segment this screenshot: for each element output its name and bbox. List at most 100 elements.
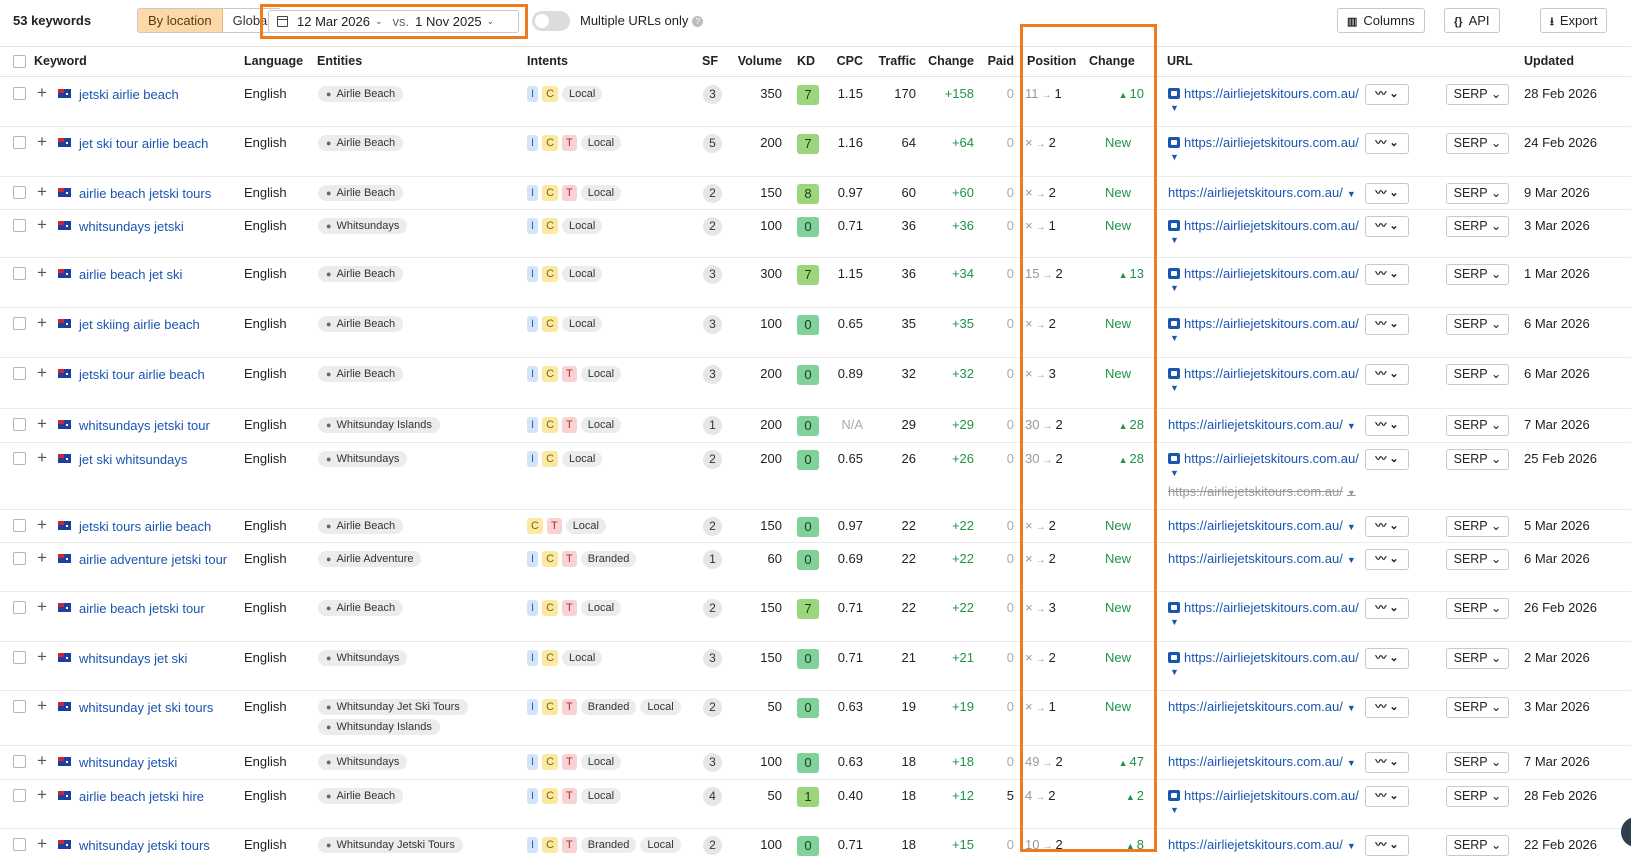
add-icon[interactable]: + [37, 132, 47, 152]
caret-down-icon[interactable]: ▼ [1170, 333, 1179, 343]
add-icon[interactable]: + [37, 363, 47, 383]
entity-chip[interactable]: ● Whitsundays [318, 451, 408, 467]
keyword-link[interactable]: jetski airlie beach [79, 86, 229, 103]
caret-down-icon[interactable]: ▼ [1170, 468, 1179, 478]
url-link[interactable]: https://airliejetskitours.com.au/ [1168, 650, 1359, 665]
keyword-link[interactable]: whitsundays jetski [79, 218, 229, 235]
serp-button[interactable]: SERP ⌄ [1446, 752, 1509, 773]
keyword-link[interactable]: whitsunday jetski [79, 754, 229, 771]
keyword-link[interactable]: airlie adventure jetski tour [79, 551, 229, 568]
keyword-link[interactable]: airlie beach jetski tours [79, 185, 229, 202]
serp-features-count[interactable]: 3 [703, 365, 722, 384]
row-checkbox[interactable] [13, 651, 26, 664]
add-icon[interactable]: + [37, 448, 47, 468]
col-cpc[interactable]: CPC [830, 54, 863, 68]
row-checkbox[interactable] [13, 552, 26, 565]
col-change[interactable]: Change [925, 54, 974, 68]
export-button[interactable]: ⭳ Export [1540, 8, 1608, 33]
caret-down-icon[interactable]: ▼ [1170, 235, 1179, 245]
row-checkbox[interactable] [13, 136, 26, 149]
caret-down-icon[interactable]: ▼ [1347, 488, 1356, 498]
col-language[interactable]: Language [244, 54, 303, 68]
add-icon[interactable]: + [37, 597, 47, 617]
row-checkbox[interactable] [13, 519, 26, 532]
add-icon[interactable]: + [37, 313, 47, 333]
keyword-link[interactable]: jetski tour airlie beach [79, 366, 229, 383]
entity-chip[interactable]: ● Whitsunday Islands [318, 719, 440, 735]
add-icon[interactable]: + [37, 696, 47, 716]
add-icon[interactable]: + [37, 515, 47, 535]
entity-chip[interactable]: ● Airlie Beach [318, 600, 404, 616]
serp-button[interactable]: SERP ⌄ [1446, 183, 1509, 204]
position-history-button[interactable]: 〰 ⌄ [1365, 598, 1409, 619]
row-checkbox[interactable] [13, 755, 26, 768]
url-link[interactable]: https://airliejetskitours.com.au/ [1168, 266, 1359, 281]
url-link[interactable]: https://airliejetskitours.com.au/ ▼ [1168, 185, 1356, 200]
serp-button[interactable]: SERP ⌄ [1446, 549, 1509, 570]
add-icon[interactable]: + [37, 834, 47, 854]
entity-chip[interactable]: ● Airlie Beach [318, 366, 404, 382]
col-traffic[interactable]: Traffic [870, 54, 916, 68]
col-volume[interactable]: Volume [733, 54, 782, 68]
row-checkbox[interactable] [13, 87, 26, 100]
serp-features-count[interactable]: 2 [703, 836, 722, 855]
position-history-button[interactable]: 〰 ⌄ [1365, 183, 1409, 204]
entity-chip[interactable]: ● Whitsunday Jetski Tours [318, 837, 463, 853]
caret-down-icon[interactable]: ▼ [1170, 383, 1179, 393]
serp-button[interactable]: SERP ⌄ [1446, 835, 1509, 856]
serp-features-count[interactable]: 2 [703, 517, 722, 536]
col-url[interactable]: URL [1167, 54, 1193, 68]
serp-features-count[interactable]: 2 [703, 450, 722, 469]
position-history-button[interactable]: 〰 ⌄ [1365, 648, 1409, 669]
entity-chip[interactable]: ● Airlie Beach [318, 316, 404, 332]
serp-features-count[interactable]: 2 [703, 217, 722, 236]
caret-down-icon[interactable]: ▼ [1347, 421, 1356, 431]
caret-down-icon[interactable]: ▼ [1347, 555, 1356, 565]
position-history-button[interactable]: 〰 ⌄ [1365, 415, 1409, 436]
row-checkbox[interactable] [13, 418, 26, 431]
entity-chip[interactable]: ● Airlie Beach [318, 518, 404, 534]
add-icon[interactable]: + [37, 263, 47, 283]
row-checkbox[interactable] [13, 700, 26, 713]
url-link[interactable]: https://airliejetskitours.com.au/ ▼ [1168, 417, 1356, 432]
add-icon[interactable]: + [37, 182, 47, 202]
url-link[interactable]: https://airliejetskitours.com.au/ [1168, 218, 1359, 233]
add-icon[interactable]: + [37, 647, 47, 667]
serp-features-count[interactable]: 5 [703, 134, 722, 153]
entity-chip[interactable]: ● Airlie Beach [318, 135, 404, 151]
keyword-link[interactable]: whitsundays jet ski [79, 650, 229, 667]
serp-button[interactable]: SERP ⌄ [1446, 314, 1509, 335]
serp-features-count[interactable]: 2 [703, 184, 722, 203]
serp-button[interactable]: SERP ⌄ [1446, 786, 1509, 807]
row-checkbox[interactable] [13, 317, 26, 330]
caret-down-icon[interactable]: ▼ [1347, 522, 1356, 532]
keyword-link[interactable]: whitsunday jetski tours [79, 837, 229, 854]
entity-chip[interactable]: ● Airlie Adventure [318, 551, 422, 567]
serp-features-count[interactable]: 2 [703, 698, 722, 717]
add-icon[interactable]: + [37, 751, 47, 771]
position-history-button[interactable]: 〰 ⌄ [1365, 549, 1409, 570]
position-history-button[interactable]: 〰 ⌄ [1365, 216, 1409, 237]
col-kd[interactable]: KD [797, 54, 815, 68]
keyword-link[interactable]: jet ski tour airlie beach [79, 135, 229, 152]
row-checkbox[interactable] [13, 601, 26, 614]
col-position-change[interactable]: Change [1089, 54, 1135, 68]
row-checkbox[interactable] [13, 838, 26, 851]
keyword-link[interactable]: whitsunday jet ski tours [79, 699, 229, 716]
serp-features-count[interactable]: 3 [703, 85, 722, 104]
serp-button[interactable]: SERP ⌄ [1446, 216, 1509, 237]
caret-down-icon[interactable]: ▼ [1170, 103, 1179, 113]
col-sf[interactable]: SF [702, 54, 718, 68]
url-link[interactable]: https://airliejetskitours.com.au/ [1168, 86, 1359, 101]
serp-button[interactable]: SERP ⌄ [1446, 449, 1509, 470]
position-history-button[interactable]: 〰 ⌄ [1365, 364, 1409, 385]
entity-chip[interactable]: ● Whitsundays [318, 650, 408, 666]
serp-button[interactable]: SERP ⌄ [1446, 415, 1509, 436]
col-updated[interactable]: Updated [1524, 54, 1574, 68]
serp-features-count[interactable]: 2 [703, 599, 722, 618]
position-history-button[interactable]: 〰 ⌄ [1365, 752, 1409, 773]
serp-features-count[interactable]: 3 [703, 649, 722, 668]
caret-down-icon[interactable]: ▼ [1170, 667, 1179, 677]
position-history-button[interactable]: 〰 ⌄ [1365, 449, 1409, 470]
col-position[interactable]: Position [1027, 54, 1076, 68]
